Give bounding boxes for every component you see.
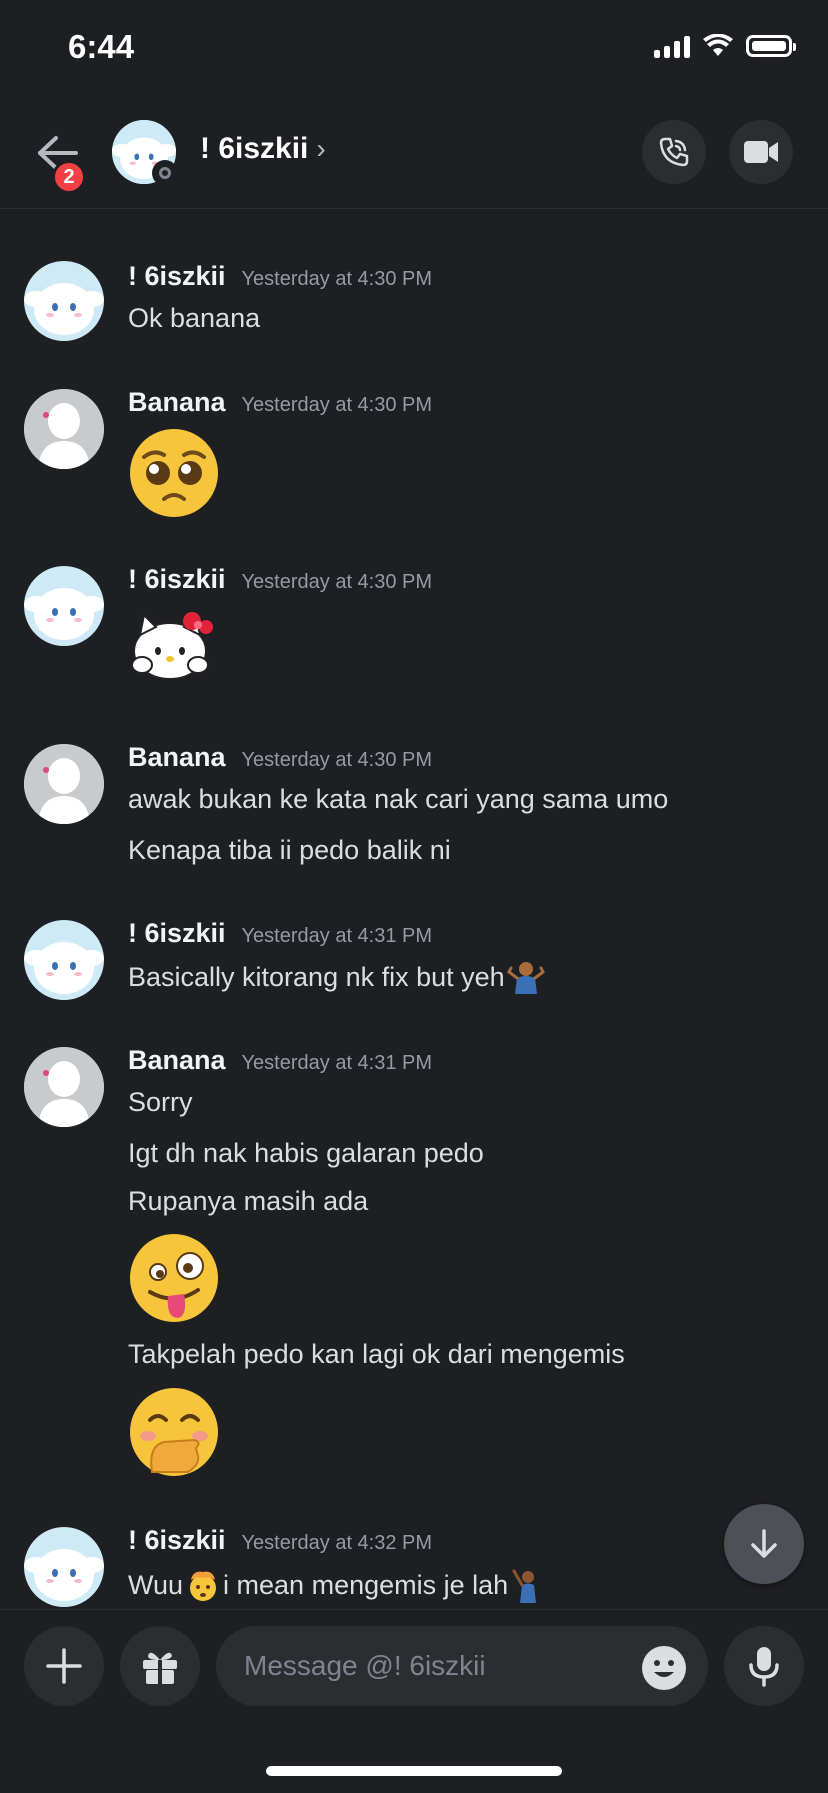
- message-text: awak bukan ke kata nak cari yang sama um…: [128, 784, 669, 814]
- unread-badge: 2: [52, 160, 86, 194]
- status-time: 6:44: [68, 28, 135, 65]
- message-meta: ! 6iszkii Yesterday at 4:30 PM: [128, 261, 432, 292]
- silhouette-avatar-icon: [24, 1047, 104, 1127]
- message-author[interactable]: Banana: [128, 742, 226, 773]
- chevron-right-icon: ›: [316, 133, 326, 164]
- add-attachment-button[interactable]: [24, 1626, 104, 1706]
- message-meta: Banana Yesterday at 4:30 PM: [128, 742, 432, 773]
- message-timestamp: Yesterday at 4:30 PM: [241, 571, 433, 593]
- message-timestamp: Yesterday at 4:30 PM: [241, 749, 433, 771]
- message-text: Ok banana: [128, 303, 261, 333]
- gift-icon: [143, 1652, 177, 1684]
- wifi-icon: [703, 34, 733, 56]
- message-timestamp: Yesterday at 4:32 PM: [241, 1532, 433, 1554]
- video-camera-icon: [744, 141, 778, 163]
- message-text: i mean mengemis je lah: [223, 1569, 509, 1600]
- emoji-picker-button[interactable]: [642, 1646, 686, 1690]
- silhouette-avatar-icon: [24, 389, 104, 469]
- user-avatar[interactable]: [24, 566, 104, 646]
- silhouette-avatar-icon: [24, 744, 104, 824]
- pleading-face-emoji-icon: [130, 429, 218, 517]
- message-author[interactable]: ! 6iszkii: [128, 564, 226, 595]
- message-meta: ! 6iszkii Yesterday at 4:30 PM: [128, 564, 432, 595]
- user-avatar[interactable]: [24, 744, 104, 824]
- cinnamoroll-avatar-icon: [24, 1549, 104, 1601]
- zany-face-emoji-icon: [130, 1234, 218, 1322]
- video-call-button[interactable]: [729, 120, 793, 184]
- phone-call-icon: [659, 137, 689, 167]
- message-input[interactable]: [216, 1626, 708, 1706]
- dm-header: 2 ! 6iszkii ›: [0, 100, 828, 209]
- cellular-signal-icon: [654, 34, 690, 58]
- message-author[interactable]: ! 6iszkii: [128, 918, 226, 949]
- message-meta: ! 6iszkii Yesterday at 4:31 PM: [128, 918, 432, 949]
- message-text-row: Wuu i mean mengemis je lah: [128, 1567, 544, 1603]
- message-text: Wuu: [128, 1569, 184, 1600]
- user-avatar[interactable]: [24, 1047, 104, 1127]
- cinnamoroll-avatar-icon: [24, 283, 104, 335]
- person-shrugging-emoji-icon: [506, 962, 545, 994]
- message-timestamp: Yesterday at 4:31 PM: [241, 925, 433, 947]
- plus-icon: [46, 1648, 82, 1684]
- message-author[interactable]: Banana: [128, 1045, 226, 1076]
- channel-title-text: ! 6iszkii: [200, 132, 309, 165]
- cinnamoroll-avatar-icon: [24, 588, 104, 640]
- message-author[interactable]: Banana: [128, 387, 226, 418]
- message-text: Sorry: [128, 1087, 193, 1117]
- exploding-head-emoji-icon: [190, 1571, 217, 1601]
- voice-message-button[interactable]: [724, 1626, 804, 1706]
- user-avatar[interactable]: [24, 389, 104, 469]
- message-author[interactable]: ! 6iszkii: [128, 261, 226, 292]
- jump-to-present-button[interactable]: [724, 1504, 804, 1584]
- user-avatar[interactable]: [24, 261, 104, 341]
- cinnamoroll-avatar-icon: [24, 942, 104, 994]
- hello-kitty-sticker-icon: [131, 612, 213, 680]
- face-with-hand-over-mouth-emoji-icon: [130, 1388, 218, 1476]
- message-list: ! 6iszkii Yesterday at 4:30 PM Ok banana…: [0, 209, 828, 1609]
- status-icons: [654, 34, 796, 58]
- channel-title[interactable]: ! 6iszkii ›: [200, 132, 326, 166]
- user-avatar[interactable]: [24, 1527, 104, 1607]
- battery-icon: [746, 35, 796, 57]
- user-avatar[interactable]: [24, 920, 104, 1000]
- arrow-down-icon: [751, 1529, 777, 1558]
- message-text: Igt dh nak habis galaran pedo: [128, 1138, 484, 1168]
- message-meta: ! 6iszkii Yesterday at 4:32 PM: [128, 1525, 432, 1556]
- message-meta: Banana Yesterday at 4:31 PM: [128, 1045, 432, 1076]
- offline-status-icon: [152, 160, 178, 186]
- microphone-icon: [749, 1647, 779, 1687]
- message-author[interactable]: ! 6iszkii: [128, 1525, 226, 1556]
- message-text: Takpelah pedo kan lagi ok dari mengemis: [128, 1339, 625, 1369]
- message-text: Kenapa tiba ii pedo balik ni: [128, 835, 451, 865]
- gift-button[interactable]: [120, 1626, 200, 1706]
- message-timestamp: Yesterday at 4:31 PM: [241, 1052, 433, 1074]
- message-timestamp: Yesterday at 4:30 PM: [241, 268, 433, 290]
- message-timestamp: Yesterday at 4:30 PM: [241, 394, 433, 416]
- voice-call-button[interactable]: [642, 120, 706, 184]
- message-meta: Banana Yesterday at 4:30 PM: [128, 387, 432, 418]
- message-text: Rupanya masih ada: [128, 1186, 369, 1216]
- home-indicator[interactable]: [266, 1766, 562, 1776]
- status-bar: 6:44: [0, 0, 828, 100]
- message-text: Basically kitorang nk fix but yeh: [128, 961, 505, 992]
- person-dancing-emoji-icon: [512, 1569, 537, 1603]
- message-text-row: Basically kitorang nk fix but yeh: [128, 960, 545, 994]
- smiley-icon: [654, 1660, 674, 1677]
